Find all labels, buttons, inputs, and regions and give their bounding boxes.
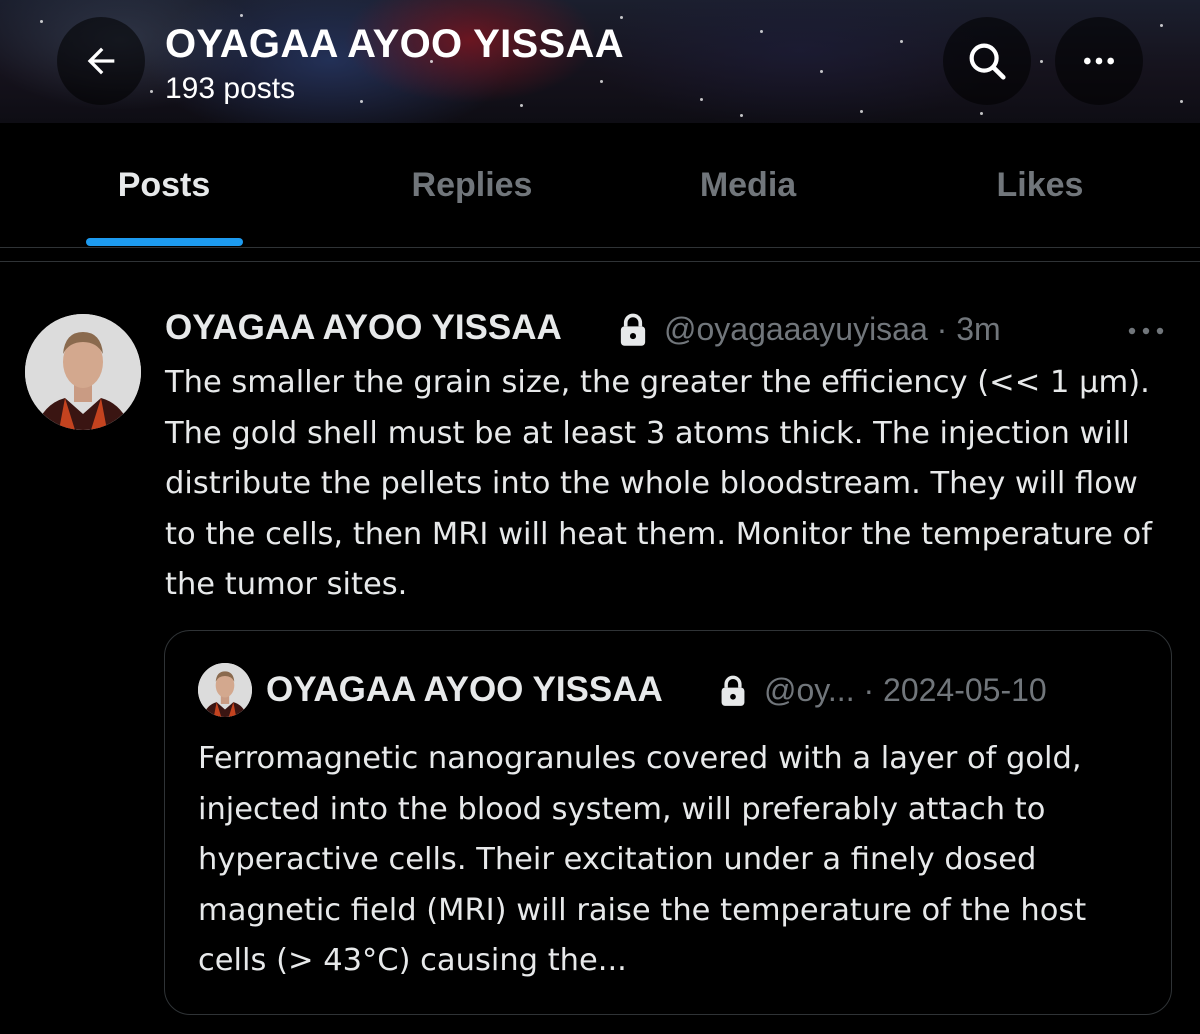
post-more-icon[interactable] [1124,316,1168,346]
post-handle-time[interactable]: @oyagaaayuyisaa · 3m [664,311,1001,348]
profile-tabs: Posts Replies Media Likes [0,123,1200,248]
active-tab-indicator [86,238,243,246]
search-button[interactable] [943,17,1031,105]
quoted-handle-date: @oy... · 2024-05-10 [764,672,1047,708]
tab-media[interactable]: Media [648,123,848,247]
back-button[interactable] [57,17,145,105]
quoted-avatar [198,663,252,717]
tab-replies[interactable]: Replies [372,123,572,247]
lock-icon [620,313,646,346]
more-horizontal-icon [1084,57,1114,65]
arrow-left-icon [87,47,115,75]
divider [0,261,1200,262]
quoted-post-text: Ferromagnetic nanogranules covered with … [198,741,1087,978]
tab-likes[interactable]: Likes [940,123,1140,247]
tab-posts[interactable]: Posts [64,123,264,247]
profile-header: OYAGAA AYOO YISSAA 193 posts [0,0,1200,123]
quoted-author-name: OYAGAA AYOO YISSAA [266,670,663,709]
more-button[interactable] [1055,17,1143,105]
post-count: 193 posts [165,72,296,105]
search-icon [969,43,1006,80]
quoted-lock-icon [721,675,745,706]
post-text: The smaller the grain size, the greater … [165,365,1152,602]
avatar[interactable] [25,314,141,430]
post-author-name[interactable]: OYAGAA AYOO YISSAA [165,308,562,348]
profile-page: OYAGAA AYOO YISSAA 193 posts Posts Repli… [0,0,1200,1034]
profile-title: OYAGAA AYOO YISSAA [165,22,624,66]
